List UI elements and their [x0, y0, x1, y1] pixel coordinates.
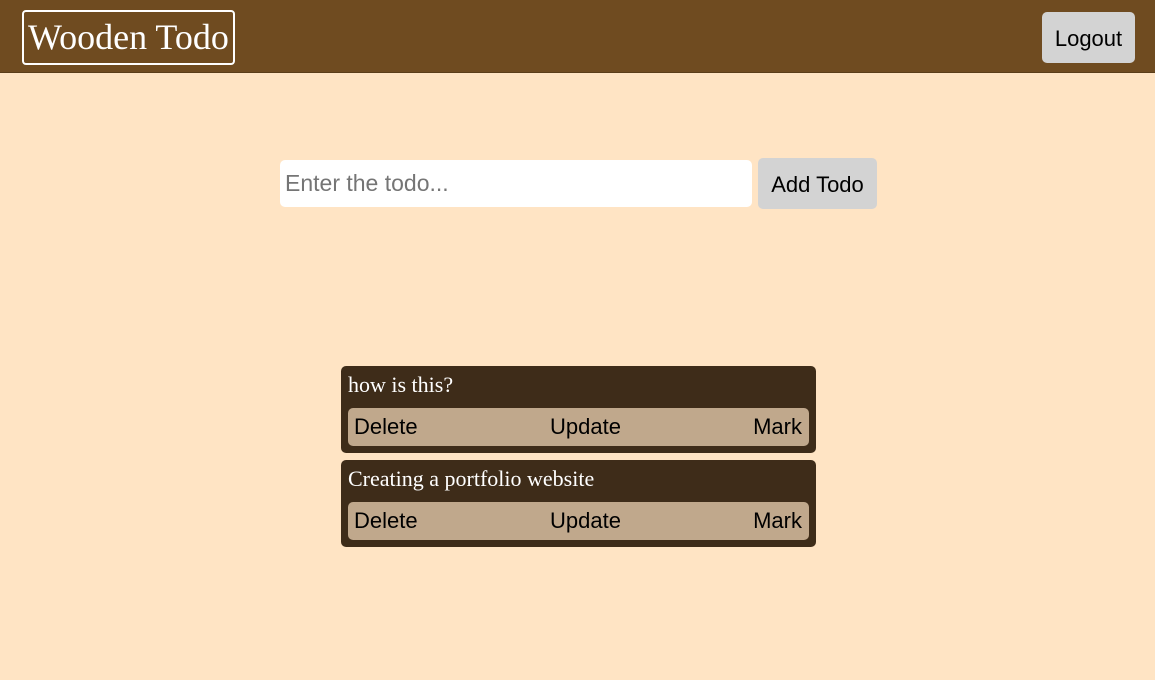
todo-actions: Delete Update Mark [348, 502, 809, 540]
app-title[interactable]: Wooden Todo [22, 10, 235, 65]
delete-button[interactable]: Delete [354, 408, 418, 446]
update-button[interactable]: Update [550, 502, 621, 540]
todo-list: how is this? Delete Update Mark Creating… [341, 366, 816, 554]
mark-button[interactable]: Mark [753, 502, 802, 540]
todo-actions: Delete Update Mark [348, 408, 809, 446]
todo-input[interactable] [280, 160, 752, 207]
todo-text: Creating a portfolio website [348, 466, 595, 491]
update-button[interactable]: Update [550, 408, 621, 446]
todo-text: how is this? [348, 372, 454, 397]
delete-button[interactable]: Delete [354, 502, 418, 540]
add-todo-button[interactable]: Add Todo [758, 158, 877, 209]
app-header: Wooden Todo Logout [0, 0, 1155, 73]
mark-button[interactable]: Mark [753, 408, 802, 446]
logout-button[interactable]: Logout [1042, 12, 1135, 63]
todo-item: how is this? Delete Update Mark [341, 366, 816, 453]
todo-item: Creating a portfolio website Delete Upda… [341, 460, 816, 547]
